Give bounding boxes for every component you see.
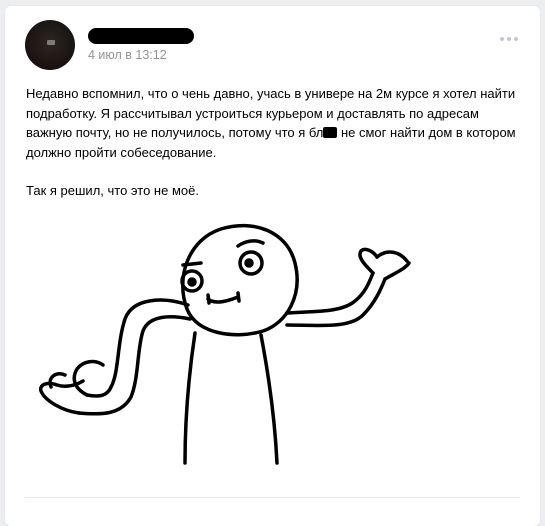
post-paragraph-2: Так я решил, что это не моё. xyxy=(26,183,199,198)
censor-block xyxy=(323,127,338,138)
shrug-meme-image[interactable] xyxy=(25,201,417,473)
post-paragraph-1: Недавно вспомнил, что о чень давно, учас… xyxy=(26,84,526,162)
avatar[interactable] xyxy=(25,20,75,70)
author-name-redacted[interactable] xyxy=(88,28,194,44)
post-card: 4 июл в 13:12 Недавно вспомнил, что о че… xyxy=(5,6,540,526)
divider xyxy=(25,497,520,498)
post-date[interactable]: 4 июл в 13:12 xyxy=(88,48,167,62)
avatar-mark xyxy=(47,40,55,45)
more-dots-icon[interactable] xyxy=(500,34,520,44)
post-text: Недавно вспомнил, что о чень давно, учас… xyxy=(26,84,526,201)
